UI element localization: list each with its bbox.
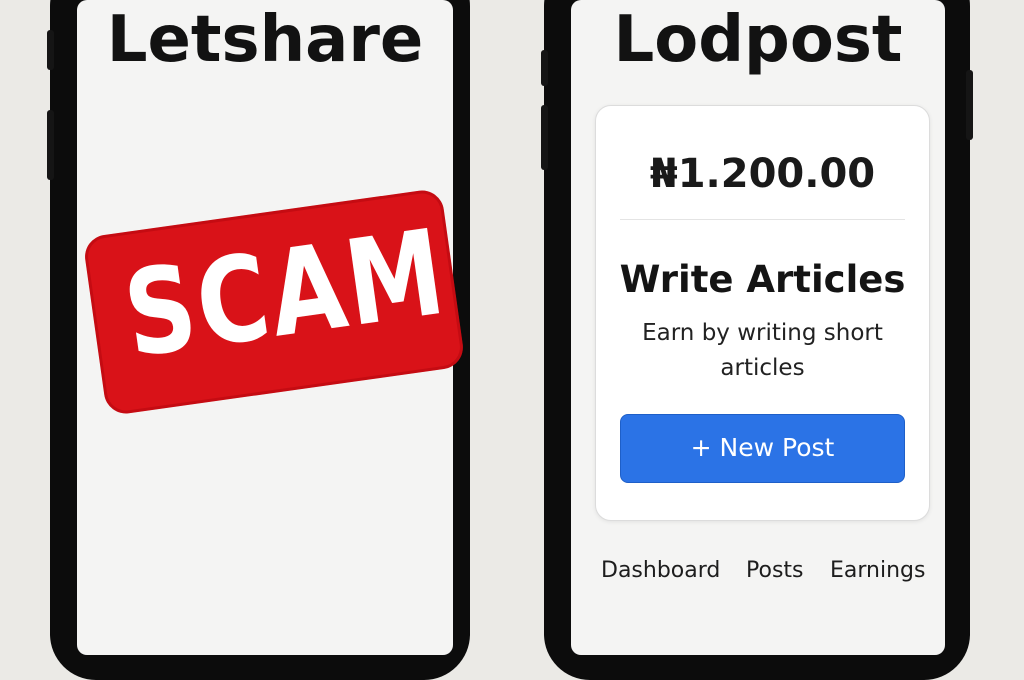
phone-side-button xyxy=(47,30,54,70)
earnings-card: ₦1.200.00 Write Articles Earn by writing… xyxy=(595,105,930,521)
phone-side-button xyxy=(47,110,54,180)
phone-power-button xyxy=(966,70,973,140)
card-divider xyxy=(620,219,905,220)
card-description: Earn by writing short articles xyxy=(642,320,883,381)
new-post-button[interactable]: + New Post xyxy=(620,414,905,483)
nav-item-posts[interactable]: Posts xyxy=(746,553,804,589)
bottom-nav: Dashboard Posts Earnings xyxy=(571,553,945,589)
phone-side-button xyxy=(541,105,548,170)
scam-stamp-text: SCAM xyxy=(116,202,455,385)
letshare-title: Letshare xyxy=(106,3,424,77)
nav-item-dashboard[interactable]: Dashboard xyxy=(601,553,720,589)
phone-side-button xyxy=(541,50,548,86)
lodpost-title: Lodpost xyxy=(613,3,903,77)
card-heading: Write Articles xyxy=(619,258,906,301)
nav-item-earnings[interactable]: Earnings xyxy=(830,553,925,589)
balance-amount: ₦1.200.00 xyxy=(649,151,876,197)
